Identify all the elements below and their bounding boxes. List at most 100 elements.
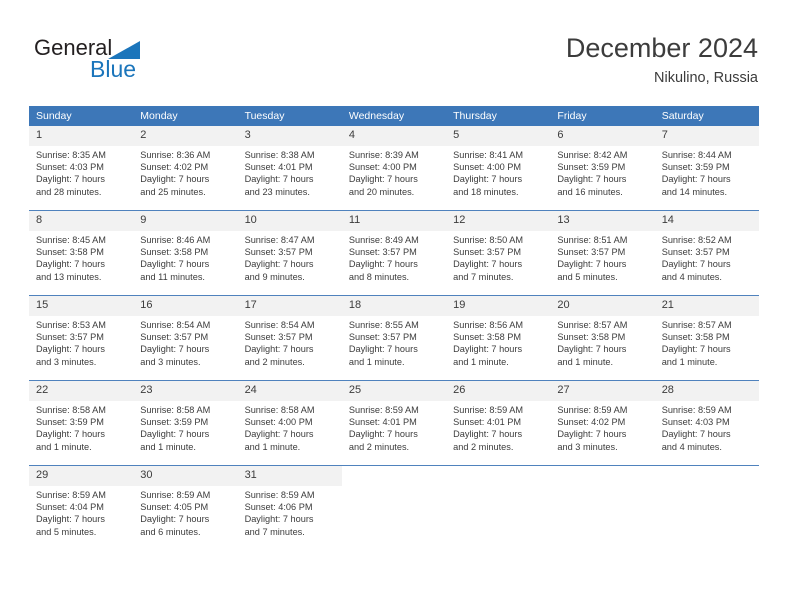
calendar-day-cell[interactable]: 15 Sunrise: 8:53 AM Sunset: 3:57 PM Dayligh… xyxy=(29,296,134,380)
sunset-text: Sunset: 3:58 PM xyxy=(140,247,209,258)
calendar-day-cell[interactable]: 19 Sunrise: 8:56 AM Sunset: 3:58 PM Dayligh… xyxy=(446,296,551,380)
sunset-text: Sunset: 3:57 PM xyxy=(557,247,626,258)
daylight-text-line1: Daylight: 7 hours xyxy=(36,429,105,440)
calendar-day-cell[interactable]: 12 Sunrise: 8:50 AM Sunset: 3:57 PM Dayligh… xyxy=(446,211,551,295)
sunrise-text: Sunrise: 8:35 AM xyxy=(36,150,106,160)
calendar-day-cell[interactable]: 20 Sunrise: 8:57 AM Sunset: 3:58 PM Dayligh… xyxy=(550,296,655,380)
calendar-day-cell[interactable]: 11 Sunrise: 8:49 AM Sunset: 3:57 PM Dayligh… xyxy=(341,211,447,295)
calendar-day-cell[interactable]: 7 Sunrise: 8:44 AM Sunset: 3:59 PM Daylight… xyxy=(654,126,759,210)
calendar-day-cell[interactable]: 21 Sunrise: 8:57 AM Sunset: 3:58 PM Dayligh… xyxy=(654,296,759,380)
calendar-day-cell[interactable]: 1 Sunrise: 8:35 AM Sunset: 4:03 PM Daylight… xyxy=(29,126,134,210)
sunset-text: Sunset: 4:03 PM xyxy=(36,162,104,173)
daylight-text-line2: and 23 minutes. xyxy=(244,186,310,197)
sunset-text: Sunset: 4:06 PM xyxy=(244,502,313,513)
calendar-day-cell[interactable]: 31 Sunrise: 8:59 AM Sunset: 4:06 PM Dayligh… xyxy=(237,466,342,550)
sunset-text: Sunset: 3:59 PM xyxy=(36,417,104,428)
day-number: 19 xyxy=(446,296,551,316)
daylight-text-line1: Daylight: 7 hours xyxy=(453,259,523,270)
calendar-day-cell[interactable]: 23 Sunrise: 8:58 AM Sunset: 3:59 PM Dayligh… xyxy=(133,381,238,465)
daylight-text-line1: Daylight: 7 hours xyxy=(244,429,314,440)
sunrise-text: Sunrise: 8:51 AM xyxy=(557,235,628,245)
weekday-header-wednesday: Wednesday xyxy=(341,106,447,126)
calendar-week-row: 8 Sunrise: 8:45 AM Sunset: 3:58 PM Daylight… xyxy=(29,210,759,296)
calendar-day-cell[interactable]: 14 Sunrise: 8:52 AM Sunset: 3:57 PM Dayligh… xyxy=(654,211,759,295)
day-details: Sunrise: 8:59 AM Sunset: 4:05 PM Daylight:… xyxy=(133,486,237,538)
weekday-header-monday: Monday xyxy=(133,106,238,126)
day-number: 11 xyxy=(341,211,447,231)
sunset-text: Sunset: 4:01 PM xyxy=(244,162,313,173)
daylight-text-line2: and 3 minutes. xyxy=(140,356,201,367)
sunset-text: Sunset: 3:59 PM xyxy=(140,417,209,428)
day-details xyxy=(342,486,446,489)
day-number: 18 xyxy=(341,296,447,316)
calendar-day-cell[interactable]: 8 Sunrise: 8:45 AM Sunset: 3:58 PM Daylight… xyxy=(29,211,134,295)
sunrise-text: Sunrise: 8:58 AM xyxy=(140,405,211,415)
day-number: 1 xyxy=(29,126,134,146)
calendar-day-cell[interactable]: 4 Sunrise: 8:39 AM Sunset: 4:00 PM Daylight… xyxy=(341,126,447,210)
calendar-day-cell[interactable]: 30 Sunrise: 8:59 AM Sunset: 4:05 PM Dayligh… xyxy=(133,466,238,550)
calendar-day-cell[interactable]: 3 Sunrise: 8:38 AM Sunset: 4:01 PM Daylight… xyxy=(237,126,342,210)
brand-logo[interactable]: General Blue xyxy=(34,36,274,92)
day-details: Sunrise: 8:54 AM Sunset: 3:57 PM Daylight:… xyxy=(238,316,342,368)
calendar-cell-empty xyxy=(655,466,759,550)
daylight-text-line1: Daylight: 7 hours xyxy=(661,174,731,185)
calendar-day-cell[interactable]: 22 Sunrise: 8:58 AM Sunset: 3:59 PM Dayligh… xyxy=(29,381,134,465)
sunrise-text: Sunrise: 8:54 AM xyxy=(244,320,315,330)
daylight-text-line1: Daylight: 7 hours xyxy=(348,174,418,185)
sunrise-text: Sunrise: 8:55 AM xyxy=(348,320,419,330)
calendar-day-cell[interactable]: 29 Sunrise: 8:59 AM Sunset: 4:04 PM Dayligh… xyxy=(29,466,134,550)
sunrise-text: Sunrise: 8:39 AM xyxy=(348,150,419,160)
calendar-day-cell[interactable]: 16 Sunrise: 8:54 AM Sunset: 3:57 PM Dayligh… xyxy=(133,296,238,380)
day-details: Sunrise: 8:58 AM Sunset: 3:59 PM Daylight:… xyxy=(133,401,237,453)
calendar-day-cell[interactable]: 27 Sunrise: 8:59 AM Sunset: 4:02 PM Dayligh… xyxy=(550,381,655,465)
daylight-text-line1: Daylight: 7 hours xyxy=(244,344,314,355)
sunrise-text: Sunrise: 8:57 AM xyxy=(661,320,732,330)
daylight-text-line1: Daylight: 7 hours xyxy=(140,259,210,270)
sunrise-text: Sunrise: 8:59 AM xyxy=(348,405,419,415)
day-details: Sunrise: 8:59 AM Sunset: 4:02 PM Daylight:… xyxy=(550,401,654,453)
day-details: Sunrise: 8:42 AM Sunset: 3:59 PM Daylight:… xyxy=(550,146,654,198)
day-details: Sunrise: 8:59 AM Sunset: 4:04 PM Daylight:… xyxy=(29,486,133,538)
day-number: 31 xyxy=(237,466,342,486)
sunrise-text: Sunrise: 8:58 AM xyxy=(36,405,106,415)
daylight-text-line1: Daylight: 7 hours xyxy=(661,429,731,440)
daylight-text-line2: and 1 minute. xyxy=(36,441,92,452)
calendar-day-cell[interactable]: 5 Sunrise: 8:41 AM Sunset: 4:00 PM Daylight… xyxy=(446,126,551,210)
day-details: Sunrise: 8:41 AM Sunset: 4:00 PM Daylight:… xyxy=(446,146,550,198)
sunrise-text: Sunrise: 8:52 AM xyxy=(661,235,732,245)
calendar-day-cell[interactable]: 13 Sunrise: 8:51 AM Sunset: 3:57 PM Dayligh… xyxy=(550,211,655,295)
calendar-day-cell[interactable]: 25 Sunrise: 8:59 AM Sunset: 4:01 PM Dayligh… xyxy=(341,381,447,465)
sunset-text: Sunset: 4:00 PM xyxy=(244,417,313,428)
sunset-text: Sunset: 3:59 PM xyxy=(661,162,730,173)
calendar-day-cell[interactable]: 26 Sunrise: 8:59 AM Sunset: 4:01 PM Dayligh… xyxy=(446,381,551,465)
calendar-day-cell[interactable]: 17 Sunrise: 8:54 AM Sunset: 3:57 PM Dayligh… xyxy=(237,296,342,380)
sunrise-text: Sunrise: 8:53 AM xyxy=(36,320,106,330)
day-details xyxy=(550,486,654,489)
sunset-text: Sunset: 4:00 PM xyxy=(348,162,417,173)
daylight-text-line2: and 4 minutes. xyxy=(661,441,722,452)
daylight-text-line2: and 18 minutes. xyxy=(453,186,519,197)
daylight-text-line1: Daylight: 7 hours xyxy=(36,344,105,355)
sunset-text: Sunset: 4:03 PM xyxy=(661,417,730,428)
sunset-text: Sunset: 4:05 PM xyxy=(140,502,209,513)
daylight-text-line2: and 20 minutes. xyxy=(348,186,415,197)
day-number: 14 xyxy=(654,211,759,231)
calendar-day-cell[interactable]: 10 Sunrise: 8:47 AM Sunset: 3:57 PM Dayligh… xyxy=(237,211,342,295)
day-details: Sunrise: 8:38 AM Sunset: 4:01 PM Daylight:… xyxy=(238,146,342,198)
calendar-day-cell[interactable]: 6 Sunrise: 8:42 AM Sunset: 3:59 PM Daylight… xyxy=(550,126,655,210)
daylight-text-line1: Daylight: 7 hours xyxy=(36,174,105,185)
day-number: 12 xyxy=(446,211,551,231)
calendar-day-cell[interactable]: 2 Sunrise: 8:36 AM Sunset: 4:02 PM Daylight… xyxy=(133,126,238,210)
day-number: 17 xyxy=(237,296,342,316)
daylight-text-line1: Daylight: 7 hours xyxy=(36,259,105,270)
calendar-day-cell[interactable]: 18 Sunrise: 8:55 AM Sunset: 3:57 PM Dayligh… xyxy=(341,296,447,380)
day-details: Sunrise: 8:35 AM Sunset: 4:03 PM Daylight:… xyxy=(29,146,133,198)
calendar-day-cell[interactable]: 28 Sunrise: 8:59 AM Sunset: 4:03 PM Dayligh… xyxy=(654,381,759,465)
day-number: 29 xyxy=(29,466,134,486)
sunset-text: Sunset: 3:59 PM xyxy=(557,162,626,173)
sunset-text: Sunset: 3:57 PM xyxy=(244,332,313,343)
sunrise-text: Sunrise: 8:58 AM xyxy=(244,405,315,415)
sunrise-text: Sunrise: 8:50 AM xyxy=(453,235,524,245)
calendar-day-cell[interactable]: 24 Sunrise: 8:58 AM Sunset: 4:00 PM Dayligh… xyxy=(237,381,342,465)
calendar-day-cell[interactable]: 9 Sunrise: 8:46 AM Sunset: 3:58 PM Daylight… xyxy=(133,211,238,295)
